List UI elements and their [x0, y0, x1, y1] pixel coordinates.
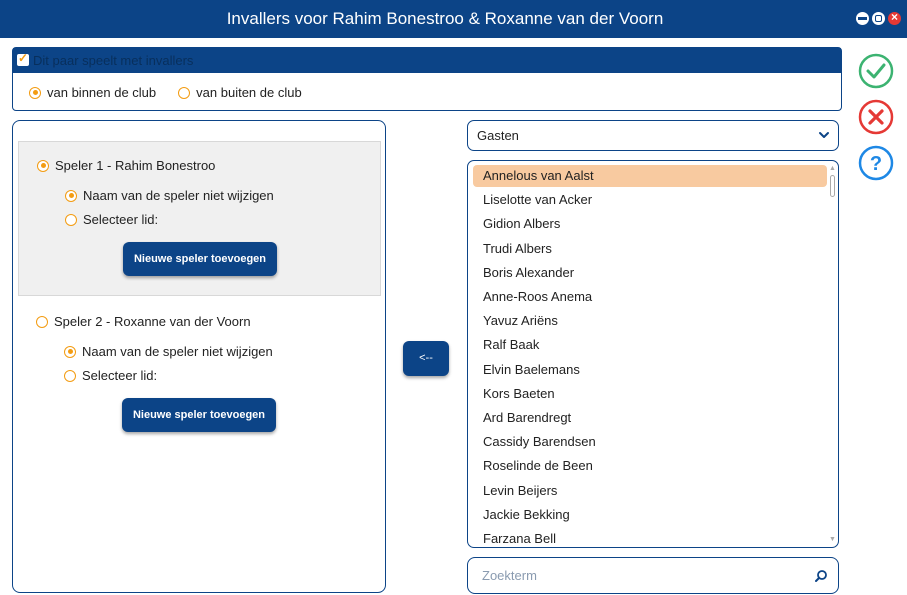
cancel-button[interactable] — [857, 98, 895, 136]
radio-button[interactable] — [65, 189, 77, 202]
assign-member-button[interactable]: <-- — [403, 341, 449, 376]
scroll-up-icon[interactable]: ▲ — [829, 165, 836, 172]
option-label: van binnen de club — [47, 85, 157, 100]
list-item[interactable]: Jackie Bekking — [473, 504, 827, 526]
player-2-select-member[interactable]: Selecteer lid: — [64, 368, 157, 383]
list-item[interactable]: Boris Alexander — [473, 262, 827, 284]
list-item[interactable]: Anne-Roos Anema — [473, 286, 827, 308]
players-panel: Speler 1 - Rahim Bonestroo Naam van de s… — [12, 120, 386, 593]
keep-name-label: Naam van de speler niet wijzigen — [82, 344, 273, 359]
window-title: Invallers voor Rahim Bonestroo & Roxanne… — [226, 9, 664, 28]
select-value: Gasten — [477, 128, 519, 143]
select-member-label: Selecteer lid: — [83, 212, 159, 227]
radio-button[interactable] — [65, 213, 77, 226]
help-button[interactable]: ? — [857, 144, 895, 182]
title-bar: Invallers voor Rahim Bonestroo & Roxanne… — [0, 0, 907, 38]
list-item[interactable]: Cassidy Barendsen — [473, 431, 827, 453]
chevron-down-icon — [819, 132, 829, 138]
player-2-label: Speler 2 - Roxanne van der Voorn — [54, 314, 251, 329]
list-item[interactable]: Elvin Baelemans — [473, 359, 827, 381]
search-field[interactable]: Zoekterm — [467, 557, 839, 594]
confirm-button[interactable] — [857, 52, 895, 90]
player-2-option[interactable]: Speler 2 - Roxanne van der Voorn — [36, 314, 251, 329]
close-window-icon[interactable] — [888, 10, 901, 25]
question-icon: ? — [870, 153, 882, 175]
player-1-section: Speler 1 - Rahim Bonestroo Naam van de s… — [18, 141, 381, 296]
list-item[interactable]: Levin Beijers — [473, 480, 827, 502]
scrollbar[interactable]: ▲ ▼ — [829, 165, 836, 543]
radio-button[interactable] — [178, 86, 191, 99]
select-member-label: Selecteer lid: — [82, 368, 158, 383]
minimize-icon[interactable] — [856, 12, 869, 25]
list-item[interactable]: Trudi Albers — [473, 238, 827, 260]
player-2-keep-name[interactable]: Naam van de speler niet wijzigen — [64, 344, 273, 359]
option-binnen-club[interactable]: van binnen de club — [29, 85, 156, 100]
radio-button[interactable] — [37, 159, 49, 172]
member-list[interactable]: ▲ ▼ Annelous van Aalst Liselotte van Acke… — [467, 160, 839, 548]
invallers-checkbox[interactable] — [17, 51, 29, 66]
list-item[interactable]: Ard Barendregt — [473, 407, 827, 429]
player-1-keep-name[interactable]: Naam van de speler niet wijzigen — [65, 188, 274, 203]
keep-name-label: Naam van de speler niet wijzigen — [83, 188, 274, 203]
radio-button[interactable] — [29, 86, 41, 99]
list-item[interactable]: Annelous van Aalst — [473, 165, 827, 187]
list-item[interactable]: Gidion Albers — [473, 213, 827, 235]
radio-button[interactable] — [64, 369, 76, 382]
list-item[interactable]: Yavuz Ariëns — [473, 310, 827, 332]
invallers-checkbox-label[interactable]: Dit paar speelt met invallers — [33, 48, 193, 73]
list-item[interactable]: Farzana Bell — [473, 528, 827, 547]
radio-button[interactable] — [64, 345, 76, 358]
player-1-label: Speler 1 - Rahim Bonestroo — [55, 158, 216, 173]
member-group-select[interactable]: Gasten — [467, 120, 839, 151]
add-player-2-button[interactable]: Nieuwe speler toevoegen — [122, 398, 276, 432]
add-player-1-button[interactable]: Nieuwe speler toevoegen — [123, 242, 277, 276]
option-buiten-club[interactable]: van buiten de club — [178, 85, 302, 100]
window-controls — [856, 10, 901, 25]
maximize-icon[interactable] — [872, 12, 885, 25]
search-icon[interactable] — [814, 569, 828, 583]
search-input[interactable]: Zoekterm — [482, 558, 537, 594]
scrollbar-thumb[interactable] — [830, 175, 835, 197]
invallers-header: Dit paar speelt met invallers — [13, 48, 841, 73]
option-label: van buiten de club — [196, 85, 302, 100]
invallers-panel: Dit paar speelt met invallers van binnen… — [12, 47, 842, 111]
radio-button[interactable] — [36, 315, 48, 328]
list-item[interactable]: Kors Baeten — [473, 383, 827, 405]
list-item[interactable]: Liselotte van Acker — [473, 189, 827, 211]
list-item[interactable]: Ralf Baak — [473, 334, 827, 356]
player-1-select-member[interactable]: Selecteer lid: — [65, 212, 158, 227]
scroll-down-icon[interactable]: ▼ — [829, 536, 836, 543]
list-item[interactable]: Roselinde de Been — [473, 455, 827, 477]
invallers-source-options: van binnen de club van buiten de club — [29, 85, 324, 100]
player-1-option[interactable]: Speler 1 - Rahim Bonestroo — [37, 158, 215, 173]
